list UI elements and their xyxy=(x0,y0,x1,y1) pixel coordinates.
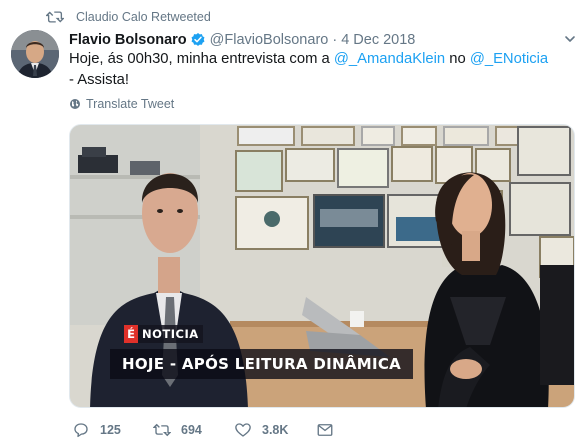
retweet-icon xyxy=(46,11,64,23)
reply-button[interactable]: 125 xyxy=(72,421,153,439)
retweet-icon xyxy=(153,423,171,437)
tweet-text: Hoje, ás 00h30, minha entrevista com a @… xyxy=(69,49,549,91)
tweet-text-part: Hoje, ás 00h30, minha entrevista com a xyxy=(69,51,334,67)
chevron-down-icon[interactable] xyxy=(564,33,576,45)
tweet-text-part: - Assista! xyxy=(69,72,130,88)
news-badge-text: NOTICIA xyxy=(138,325,203,343)
news-badge-letter: É xyxy=(124,325,138,343)
avatar[interactable] xyxy=(11,30,59,78)
author-handle[interactable]: @FlavioBolsonaro xyxy=(210,32,329,48)
translate-tweet-link[interactable]: Translate Tweet xyxy=(69,96,174,112)
retweet-count: 694 xyxy=(181,423,202,437)
video-caption: HOJE - APÓS LEITURA DINÂMICA xyxy=(110,349,414,379)
retweet-banner: Claudio Calo Retweeted xyxy=(46,9,211,25)
verified-badge-icon xyxy=(191,33,205,46)
mention-link[interactable]: @_AmandaKlein xyxy=(334,51,445,67)
video-thumbnail[interactable]: É NOTICIA HOJE - APÓS LEITURA DINÂMICA xyxy=(69,124,575,408)
reply-icon xyxy=(74,423,88,438)
direct-message-icon xyxy=(317,424,333,436)
translate-tweet-label: Translate Tweet xyxy=(86,97,175,111)
tweet-actions: 125 694 3.8K xyxy=(72,420,334,440)
globe-icon xyxy=(70,99,80,109)
tweet-text-part: no xyxy=(445,51,470,67)
like-count: 3.8K xyxy=(262,423,289,437)
mention-link[interactable]: @_ENoticia xyxy=(470,51,548,67)
like-icon xyxy=(235,423,251,437)
author-name[interactable]: Flavio Bolsonaro xyxy=(69,32,187,48)
news-badge: É NOTICIA xyxy=(124,325,203,343)
retweet-button[interactable]: 694 xyxy=(153,421,234,439)
avatar-image xyxy=(11,30,59,78)
reply-count: 125 xyxy=(100,423,121,437)
tweet-date[interactable]: 4 Dec 2018 xyxy=(341,32,415,48)
retweet-banner-text[interactable]: Claudio Calo Retweeted xyxy=(76,10,211,24)
tweet-header: Flavio Bolsonaro @FlavioBolsonaro · 4 De… xyxy=(69,31,415,49)
like-button[interactable]: 3.8K xyxy=(234,421,316,439)
direct-message-button[interactable] xyxy=(316,421,334,439)
separator: · xyxy=(332,32,338,48)
